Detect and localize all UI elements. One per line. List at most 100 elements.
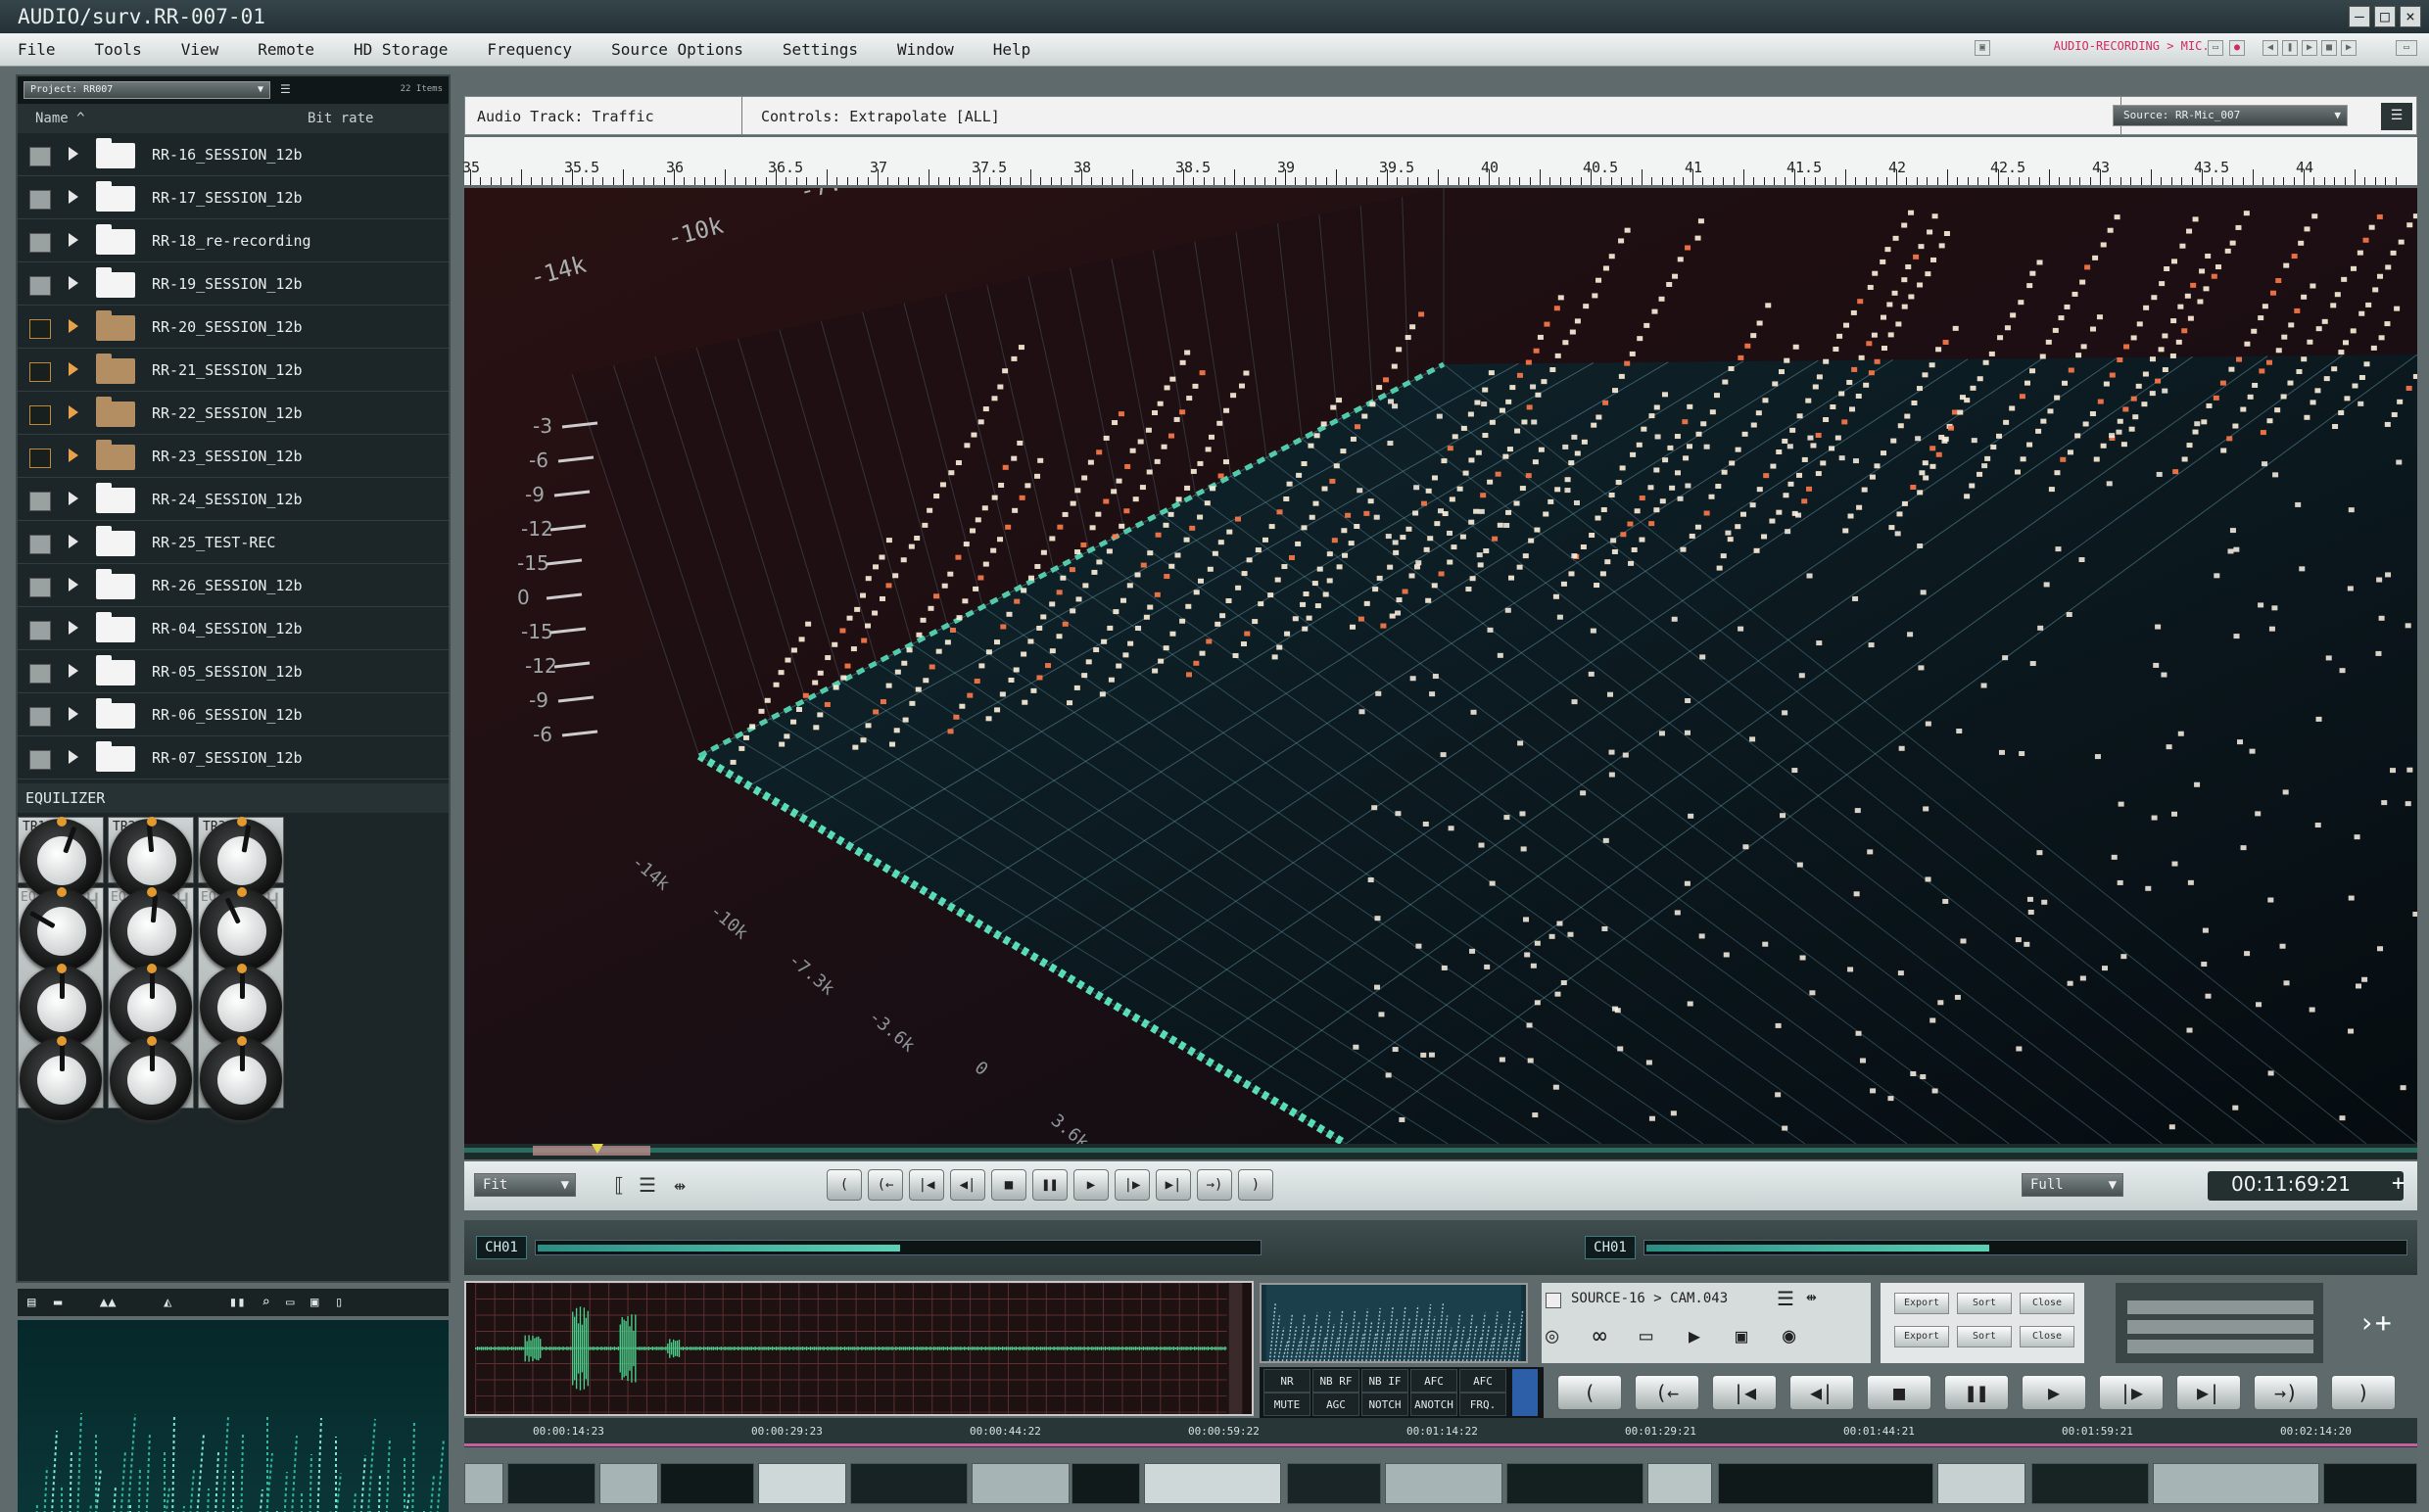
mark-in-button[interactable]: ( xyxy=(1557,1375,1622,1410)
close-button[interactable]: Close xyxy=(2020,1293,2074,1314)
video-icon[interactable]: ▶ xyxy=(1689,1324,1700,1347)
row-checkbox[interactable] xyxy=(29,750,51,770)
expand-icon[interactable] xyxy=(69,449,78,462)
fit-selector[interactable]: Fit ▼ xyxy=(474,1173,576,1197)
list-item[interactable]: RR-23_SESSION_12b xyxy=(18,435,449,478)
waveform-view[interactable] xyxy=(464,1281,1254,1416)
row-checkbox[interactable] xyxy=(29,492,51,511)
spectrogram-3d-view[interactable]: -3-6-9-12-150-15-12-9-6-14k-10k-7.3k-14k… xyxy=(464,188,2417,1144)
mark-in-button[interactable]: ( xyxy=(827,1169,862,1201)
route-row[interactable] xyxy=(2127,1320,2313,1334)
close-button[interactable]: Close xyxy=(2020,1326,2074,1347)
timeline-times[interactable]: 00:00:14:23 00:00:29:23 00:00:44:22 00:00:5… xyxy=(464,1418,2417,1447)
waveform-icon[interactable]: ▲▲ xyxy=(100,1295,117,1310)
row-checkbox[interactable] xyxy=(29,664,51,684)
timeline-clip[interactable] xyxy=(660,1463,754,1504)
list-item[interactable]: RR-16_SESSION_12b xyxy=(18,133,449,176)
afc-button[interactable]: AFC xyxy=(1459,1369,1506,1393)
timeline-clip[interactable] xyxy=(2153,1463,2319,1504)
time-ruler[interactable]: 35 35.5 36 36.5 37 37.5 38 38.5 39 39.5 40 40.5 41 41… xyxy=(462,137,2417,186)
row-checkbox[interactable] xyxy=(29,578,51,597)
step-forward-button[interactable]: |▶ xyxy=(1115,1169,1150,1201)
stop-button[interactable]: ■ xyxy=(991,1169,1026,1201)
play-button[interactable]: ▶ xyxy=(2022,1375,2086,1410)
anotch-button[interactable]: ANOTCH xyxy=(1410,1393,1457,1416)
list-item[interactable]: RR-07_SESSION_12b xyxy=(18,736,449,780)
timeline-clip[interactable] xyxy=(507,1463,595,1504)
preview-thumbnail[interactable] xyxy=(1260,1283,1528,1363)
mark-out-button[interactable]: ) xyxy=(1238,1169,1273,1201)
waveform-icon[interactable]: ⇹ xyxy=(1806,1287,1817,1307)
timeline-clip[interactable] xyxy=(972,1463,1070,1504)
timeline-clip[interactable] xyxy=(758,1463,846,1504)
tape-icon[interactable]: ∞ xyxy=(1593,1322,1606,1349)
zoom-selector[interactable]: Full ▼ xyxy=(2022,1173,2123,1197)
stop-button[interactable]: ■ xyxy=(1867,1375,1931,1410)
eq-knob[interactable] xyxy=(20,1036,102,1120)
skip-forward-button[interactable]: ▶| xyxy=(1156,1169,1191,1201)
menu-help[interactable]: Help xyxy=(993,33,1031,67)
mountain-icon[interactable]: ◭ xyxy=(164,1295,171,1310)
list-item[interactable]: RR-04_SESSION_12b xyxy=(18,607,449,650)
list-icon[interactable]: ☰ xyxy=(1777,1287,1794,1310)
forward-icon[interactable]: ▶ xyxy=(2341,40,2357,56)
row-checkbox[interactable] xyxy=(29,147,51,166)
source-selector[interactable]: Source: RR-Mic_007 ▼ xyxy=(2113,105,2348,126)
monitor-icon[interactable]: ▭ xyxy=(1640,1324,1652,1348)
expand-icon[interactable] xyxy=(69,707,78,721)
afc-button[interactable]: AFC xyxy=(1410,1369,1457,1393)
timeline-clip[interactable] xyxy=(1144,1463,1281,1504)
play-button[interactable]: ▶ xyxy=(1073,1169,1109,1201)
list-item[interactable]: RR-26_SESSION_12b xyxy=(18,564,449,607)
row-checkbox[interactable] xyxy=(29,362,51,382)
go-to-out-button[interactable]: →) xyxy=(2254,1375,2318,1410)
expand-icon[interactable] xyxy=(69,362,78,376)
row-checkbox[interactable] xyxy=(29,535,51,554)
menu-tools[interactable]: Tools xyxy=(95,33,142,67)
eq-knob[interactable] xyxy=(110,1036,192,1120)
minimize-button[interactable]: – xyxy=(2349,6,2370,27)
maximize-button[interactable]: □ xyxy=(2374,6,2396,27)
eq-knob[interactable] xyxy=(110,887,192,971)
expand-icon[interactable] xyxy=(69,319,78,333)
channel-label[interactable]: CH01 xyxy=(1585,1236,1636,1259)
record-target-icon[interactable]: ◉ xyxy=(1783,1324,1795,1348)
new-icon[interactable]: ▣ xyxy=(310,1295,318,1310)
playhead-marker[interactable] xyxy=(592,1144,603,1154)
mark-out-button[interactable]: ) xyxy=(2331,1375,2396,1410)
list-icon[interactable]: ☰ xyxy=(639,1173,656,1197)
bars-icon[interactable]: ▮▮ xyxy=(229,1295,246,1310)
route-row[interactable] xyxy=(2127,1340,2313,1353)
menu-frequency[interactable]: Frequency xyxy=(487,33,572,67)
timeline-clip[interactable] xyxy=(1287,1463,1381,1504)
panel-menu-icon[interactable]: ☰ xyxy=(2381,103,2412,130)
timeline-clip[interactable] xyxy=(1506,1463,1643,1504)
timeline-clip[interactable] xyxy=(1072,1463,1140,1504)
timeline-clip[interactable] xyxy=(1385,1463,1502,1504)
row-checkbox[interactable] xyxy=(29,190,51,210)
expand-icon[interactable] xyxy=(69,621,78,635)
go-to-out-button[interactable]: →) xyxy=(1197,1169,1232,1201)
timeline-clip[interactable] xyxy=(2031,1463,2149,1504)
target-icon[interactable]: ◎ xyxy=(1546,1324,1558,1348)
channel-label[interactable]: CH01 xyxy=(476,1236,527,1259)
row-checkbox[interactable] xyxy=(29,449,51,468)
frq-button[interactable]: FRQ. xyxy=(1459,1393,1506,1416)
bracket-icon[interactable]: ⟦ xyxy=(613,1173,625,1197)
expand-icon[interactable] xyxy=(69,750,78,764)
list-menu-icon[interactable]: ☰ xyxy=(280,82,291,96)
bitrate-column-header[interactable]: Bit rate xyxy=(308,104,373,133)
list-item[interactable]: RR-22_SESSION_12b xyxy=(18,392,449,435)
row-checkbox[interactable] xyxy=(29,233,51,253)
expand-icon[interactable] xyxy=(69,233,78,247)
eq-knob[interactable] xyxy=(20,887,102,971)
nb-if-button[interactable]: NB IF xyxy=(1361,1369,1408,1393)
stop-icon[interactable]: ■ xyxy=(2321,40,2337,56)
step-back-button[interactable]: ◀| xyxy=(950,1169,985,1201)
scrubber-bar[interactable] xyxy=(464,1144,2417,1159)
export-button[interactable]: Export xyxy=(1894,1326,1949,1347)
step-back-button[interactable]: ◀| xyxy=(1789,1375,1854,1410)
eq-knob[interactable] xyxy=(200,887,282,971)
play-icon[interactable]: ▶ xyxy=(2302,40,2317,56)
timeline-clips[interactable] xyxy=(464,1449,2417,1506)
